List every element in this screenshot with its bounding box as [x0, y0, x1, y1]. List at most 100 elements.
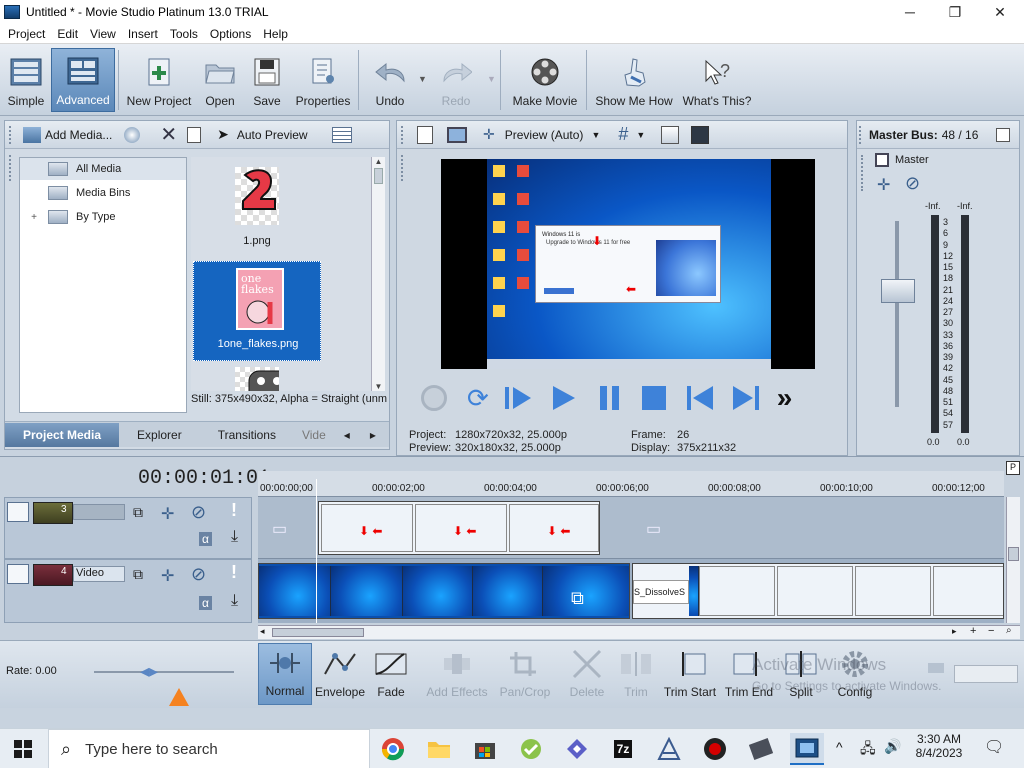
whats-this-button[interactable]: ? What's This? — [680, 48, 754, 112]
time-ruler[interactable]: 00:00:00;00 00:00:02;00 00:00:04;00 00:0… — [258, 471, 1004, 497]
zoom-in-icon[interactable]: + — [970, 625, 976, 637]
taskbar-drawing-app[interactable] — [652, 733, 686, 765]
image-clip-track-3[interactable]: ⬇ ⬅ ⬇ ⬅ ⬇ ⬅ — [318, 501, 600, 555]
preview-properties-icon[interactable] — [417, 125, 433, 144]
new-project-button[interactable]: New Project — [124, 48, 194, 112]
media-file-3-thumbnail[interactable] — [235, 367, 279, 391]
tab-video-fx[interactable]: Vide — [294, 423, 334, 447]
scroll-thumb[interactable] — [272, 628, 364, 637]
undo-dropdown-icon[interactable]: ▼ — [418, 74, 427, 84]
tree-media-bins[interactable]: Media Bins — [20, 182, 130, 204]
tab-explorer[interactable]: Explorer — [119, 423, 200, 447]
loop-playback-icon[interactable]: ⟳ — [467, 383, 489, 414]
toolbar-field[interactable] — [954, 665, 1018, 683]
track-expand-icon[interactable] — [7, 502, 29, 522]
system-clock[interactable]: 3:30 AM 8/4/2023 — [906, 732, 972, 760]
menu-help[interactable]: Help — [257, 27, 294, 41]
menu-project[interactable]: Project — [2, 27, 51, 41]
properties-button[interactable]: Properties — [292, 48, 354, 112]
taskbar-green-app[interactable] — [514, 733, 548, 765]
taskbar-recorder[interactable] — [698, 733, 732, 765]
marker-icon[interactable]: P — [1006, 461, 1020, 475]
mute-icon[interactable]: ⊘ — [191, 564, 206, 585]
tree-by-type[interactable]: + By Type — [20, 206, 116, 228]
track-header-3[interactable]: 3 ⧉ ✛ ⊘ ! α ⤓ — [4, 497, 252, 559]
taskbar-movie-studio-active[interactable] — [790, 733, 824, 765]
timeline-horizontal-scrollbar[interactable]: ◂ ▸ + − ⌕ — [258, 625, 1020, 639]
timeline-vertical-scrollbar[interactable] — [1006, 497, 1020, 623]
composite-mode-icon[interactable]: ⧉ — [133, 566, 143, 583]
split-screen-icon[interactable]: ✛ — [483, 126, 495, 143]
pan-icon[interactable]: ✛ — [877, 175, 890, 195]
track-name-field[interactable]: Video — [73, 566, 125, 582]
scroll-right-icon[interactable]: ▸ — [952, 626, 957, 637]
media-scrollbar[interactable]: ▲ ▼ — [371, 157, 385, 391]
chevron-down-icon[interactable]: ▼ — [636, 130, 645, 140]
show-hidden-icons-icon[interactable]: ^ — [836, 739, 843, 755]
volume-fader[interactable] — [881, 279, 915, 303]
preview-video[interactable]: Windows 11 is Upgrade to Windows 11 for … — [441, 159, 815, 369]
taskbar-7zip[interactable]: 7z — [606, 733, 640, 765]
redo-dropdown-icon[interactable]: ▼ — [487, 74, 496, 84]
composite-mode-icon[interactable]: ⧉ — [133, 504, 143, 521]
show-me-how-button[interactable]: Show Me How — [592, 48, 676, 112]
menu-options[interactable]: Options — [204, 27, 257, 41]
minimize-button[interactable]: ─ — [887, 0, 933, 24]
compositing-alpha-icon[interactable]: α — [199, 596, 212, 610]
media-file-1[interactable]: 1.png — [191, 157, 323, 253]
undo-button[interactable]: Undo — [364, 48, 416, 112]
track-motion-icon[interactable]: ✛ — [161, 566, 174, 586]
network-icon[interactable]: 🖧 — [860, 738, 876, 762]
open-button[interactable]: Open — [198, 48, 242, 112]
taskbar-video-editor[interactable] — [744, 733, 778, 765]
video-clip-track-4[interactable]: ⧉ — [258, 563, 630, 619]
transition-label[interactable]: S_DissolveS — [633, 580, 689, 604]
mute-icon[interactable]: ⊘ — [191, 502, 206, 523]
solo-icon[interactable]: ! — [231, 500, 237, 521]
taskbar-clipchamp[interactable] — [560, 733, 594, 765]
more-controls-icon[interactable]: » — [777, 382, 793, 414]
stop-icon[interactable] — [639, 383, 669, 413]
tab-scroll-right-icon[interactable]: ▸ — [360, 423, 386, 447]
menu-insert[interactable]: Insert — [122, 27, 164, 41]
track-header-4[interactable]: 4 Video ⧉ ✛ ⊘ ! α ⤓ — [4, 559, 252, 623]
envelope-tool[interactable]: Envelope — [314, 643, 366, 705]
track-motion-icon[interactable]: ✛ — [161, 504, 174, 524]
notifications-icon[interactable]: 🗨 — [984, 737, 1004, 757]
taskbar-search-box[interactable]: ⌕ Type here to search — [48, 729, 370, 768]
pan-crop-icon[interactable]: ⧉ — [571, 588, 584, 609]
rate-shuttle-icon[interactable]: ◂▸ — [140, 661, 158, 682]
pause-icon[interactable] — [597, 383, 623, 413]
redo-button[interactable]: Redo — [430, 48, 482, 112]
make-movie-button[interactable]: Make Movie — [507, 48, 583, 112]
compositing-alpha-icon[interactable]: α — [199, 532, 212, 546]
overlays-grid-icon[interactable]: # — [618, 124, 628, 145]
track-name-field[interactable] — [73, 504, 125, 520]
tab-transitions[interactable]: Transitions — [200, 423, 294, 447]
copy-snapshot-icon[interactable] — [661, 125, 680, 144]
play-from-start-icon[interactable] — [503, 383, 533, 413]
start-button[interactable] — [6, 733, 40, 765]
fade-tool[interactable]: Fade — [368, 643, 414, 705]
play-icon[interactable] — [549, 383, 579, 413]
video-clip-track-4-b[interactable]: S_DissolveS — [632, 563, 1004, 619]
taskbar-file-explorer[interactable] — [422, 733, 456, 765]
menu-view[interactable]: View — [84, 27, 122, 41]
mute-icon[interactable]: ⊘ — [905, 173, 920, 194]
record-icon[interactable] — [421, 385, 447, 411]
solo-icon[interactable]: ! — [231, 562, 237, 583]
web-globe-icon[interactable] — [124, 126, 141, 143]
tree-all-media[interactable]: All Media — [20, 158, 186, 180]
scroll-left-icon[interactable]: ◂ — [260, 626, 265, 637]
rate-pointer-icon[interactable] — [168, 687, 190, 707]
view-mode-icon[interactable] — [331, 126, 352, 143]
preview-quality-dropdown[interactable]: Preview (Auto) — [505, 128, 584, 142]
save-snapshot-icon[interactable] — [691, 125, 710, 144]
zoom-tool-icon[interactable]: ⌕ — [1006, 625, 1012, 636]
make-compositing-child-icon[interactable]: ⤓ — [231, 528, 238, 546]
toolbar-extra-icon[interactable] — [928, 663, 944, 673]
media-properties-icon[interactable] — [187, 126, 202, 143]
pan-crop-button[interactable]: Pan/Crop — [494, 643, 556, 705]
normal-edit-tool[interactable]: Normal — [258, 643, 312, 705]
add-media-button[interactable]: Add Media... — [23, 126, 112, 143]
